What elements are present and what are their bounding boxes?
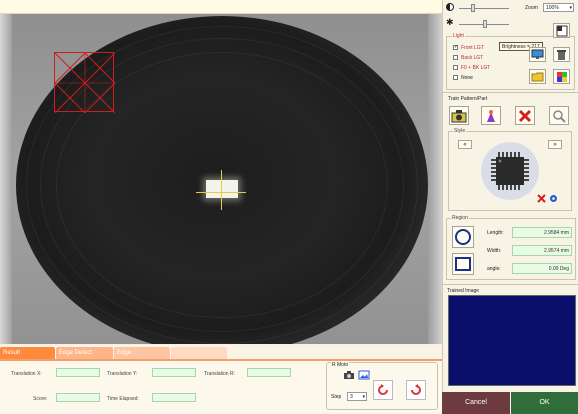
r-motor-title: R Moto [331,362,350,368]
detected-part [206,180,238,198]
none-label: None [461,75,473,81]
translation-r-field [247,368,291,377]
tab-edge[interactable]: Edge [114,347,170,359]
zoom-value: 100% [546,5,559,11]
close-red-icon[interactable] [537,194,546,203]
rotate-ccw-icon[interactable] [373,380,393,400]
train-title: Train Pattern/Part [448,96,488,102]
contrast-slider-thumb[interactable] [471,4,475,12]
chevron-down-icon: ▾ [569,5,572,11]
trash-icon[interactable] [553,47,570,62]
camera-edge-left [0,14,12,344]
translation-y-field [152,368,196,377]
chevron-right-icon: » [553,141,557,148]
divider [443,92,578,93]
search-region-marker-icon [55,53,115,113]
divider [443,284,578,285]
settings-blue-icon[interactable] [549,194,558,203]
wizard-icon[interactable] [481,106,501,125]
step-label: Step [331,394,342,400]
style-title: Style [453,128,467,134]
camera-view[interactable] [0,14,442,344]
step-select[interactable]: 3 ▾ [347,392,367,401]
chevron-left-icon: « [463,141,467,148]
time-elapsed-field [152,393,196,402]
contrast-icon [446,3,454,11]
crosshair-vertical [221,170,222,210]
style-next-button[interactable]: » [548,140,562,149]
trained-image-title: Trained Image [447,288,480,294]
front-lgt-checkbox[interactable]: ✓ [453,44,458,50]
search-region-box[interactable] [54,52,115,113]
region-title: Region [451,215,469,221]
circle-shape-icon[interactable] [452,226,474,248]
step-value: 3 [350,394,353,400]
translation-x-field [56,368,100,377]
back-lgt-label: Back LGT [461,55,484,61]
crosshair-horizontal [196,192,246,193]
qfp-chip-icon [491,152,529,190]
width-readout: 2.9574 mm [512,245,572,256]
back-lgt-checkbox[interactable] [453,55,458,60]
tab-bar: Result Edge Detect Edge [0,345,442,359]
rectangle-shape-icon[interactable] [452,253,474,275]
light-title: Light [452,33,465,39]
f0-bk-lgt-label: F0 + BK LGT [461,65,491,71]
score-label: Score: [33,396,48,402]
angle-readout: 0.00 Deg [512,263,572,274]
right-panel: Zoom 100% ▾ ✱ Light ✓ Front LGT Back LGT… [442,0,578,414]
toolbar-strip [0,0,442,14]
score-field [56,393,100,402]
width-label: Width: [487,248,502,254]
length-readout: 2.9584 mm [512,227,572,238]
ok-button[interactable]: OK [511,392,578,414]
style-prev-button[interactable]: « [458,140,472,149]
image-small-icon[interactable] [358,370,370,380]
color-grid-icon[interactable] [553,69,570,84]
monitor-icon[interactable] [529,47,546,62]
contrast-slider-track[interactable] [459,8,509,9]
translation-x-label: Translation X: [11,371,42,377]
zoom-label: Zoom [525,5,538,11]
rotate-cw-icon[interactable] [406,380,426,400]
magnifier-icon[interactable] [549,106,569,125]
zoom-select[interactable]: 100% ▾ [543,3,574,12]
time-elapsed-label: Time Elapsed: [107,396,139,402]
f0-bk-lgt-checkbox[interactable] [453,65,458,70]
r-motor-group: R Moto Step 3 ▾ [326,362,438,410]
translation-r-label: Translation R: [204,371,235,377]
package-preview [481,142,539,200]
trained-image-preview [448,295,576,386]
length-label: Length: [487,230,504,236]
brightness-slider-thumb[interactable] [483,20,487,28]
front-lgt-label: Front LGT [461,45,484,51]
camera-edge-right [428,14,442,344]
tab-edge-detect[interactable]: Edge Detect [56,347,113,359]
delete-icon[interactable] [515,106,535,125]
chevron-down-icon: ▾ [362,394,365,400]
tab-result[interactable]: Result [0,347,55,359]
translation-y-label: Translation Y: [107,371,138,377]
camera-capture-icon[interactable] [449,106,469,125]
layout-icon[interactable] [553,23,570,38]
open-folder-icon[interactable] [529,69,546,84]
camera-small-icon[interactable] [343,370,355,380]
cancel-button[interactable]: Cancel [442,392,510,414]
brightness-icon: ✱ [446,17,454,27]
none-checkbox[interactable] [453,75,458,80]
tab-extra[interactable] [171,347,227,359]
angle-label: angle: [487,266,501,272]
